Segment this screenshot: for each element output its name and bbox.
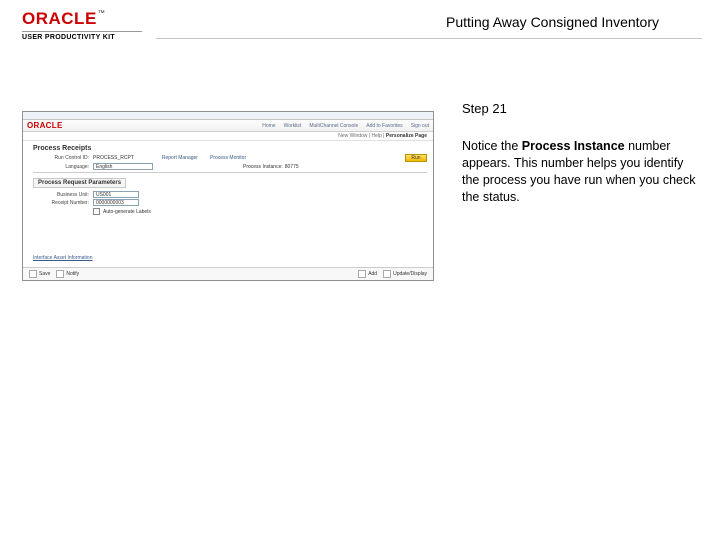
nav-worklist[interactable]: Worklist: [284, 123, 302, 129]
update-icon[interactable]: [383, 270, 391, 278]
app-brand: ORACLE: [27, 121, 63, 130]
autogen-label: Auto-generate Labels: [103, 209, 151, 215]
section-title: Process Receipts: [33, 145, 427, 152]
oracle-logo-text: ORACLE: [22, 9, 97, 28]
page-title: Putting Away Consigned Inventory: [150, 10, 698, 30]
step-label: Step 21: [462, 101, 702, 116]
application-screenshot: ORACLE Home Worklist MultiChannel Consol…: [22, 111, 434, 281]
run-control-value: PROCESS_RCPT: [93, 155, 134, 161]
prp-title: Process Request Parameters: [33, 178, 126, 188]
run-button[interactable]: Run: [405, 154, 427, 162]
nav-add-fav[interactable]: Add to Favorites: [366, 123, 402, 129]
save-icon[interactable]: [29, 270, 37, 278]
report-manager-link[interactable]: Report Manager: [162, 155, 198, 161]
add-button[interactable]: Add: [368, 271, 377, 277]
bu-label: Business Unit:: [33, 192, 93, 198]
notify-button[interactable]: Notify: [66, 271, 79, 277]
link-personalize[interactable]: Personalize Page: [386, 133, 427, 139]
oracle-upk-logo: ORACLE™ USER PRODUCTIVITY KIT: [22, 10, 142, 41]
language-label: Language:: [33, 164, 93, 170]
receipt-field[interactable]: 0000000003: [93, 199, 139, 206]
language-field[interactable]: English: [93, 163, 153, 170]
nav-signout[interactable]: Sign out: [411, 123, 429, 129]
save-button[interactable]: Save: [39, 271, 50, 277]
notify-icon[interactable]: [56, 270, 64, 278]
bu-field[interactable]: US001: [93, 191, 139, 198]
autogen-checkbox[interactable]: [93, 208, 100, 215]
upk-subtext: USER PRODUCTIVITY KIT: [22, 34, 115, 41]
nav-home[interactable]: Home: [262, 123, 275, 129]
app-top-nav: Home Worklist MultiChannel Console Add t…: [262, 123, 429, 129]
link-help[interactable]: Help: [371, 133, 381, 139]
update-button[interactable]: Update/Display: [393, 271, 427, 277]
link-new-window[interactable]: New Window: [338, 133, 367, 139]
receipt-label: Receipt Number:: [33, 200, 93, 206]
process-instance-value: 80775: [285, 164, 299, 170]
process-instance-label: Process Instance:: [243, 164, 283, 170]
add-icon[interactable]: [358, 270, 366, 278]
run-control-label: Run Control ID:: [33, 155, 93, 161]
nav-mc-console[interactable]: MultiChannel Console: [309, 123, 358, 129]
instruction-text: Notice the Process Instance number appea…: [462, 138, 702, 206]
interface-asset-link[interactable]: Interface Asset Information: [33, 255, 427, 261]
instruction-pane: Step 21 Notice the Process Instance numb…: [434, 95, 702, 281]
process-monitor-link[interactable]: Process Monitor: [210, 155, 246, 161]
